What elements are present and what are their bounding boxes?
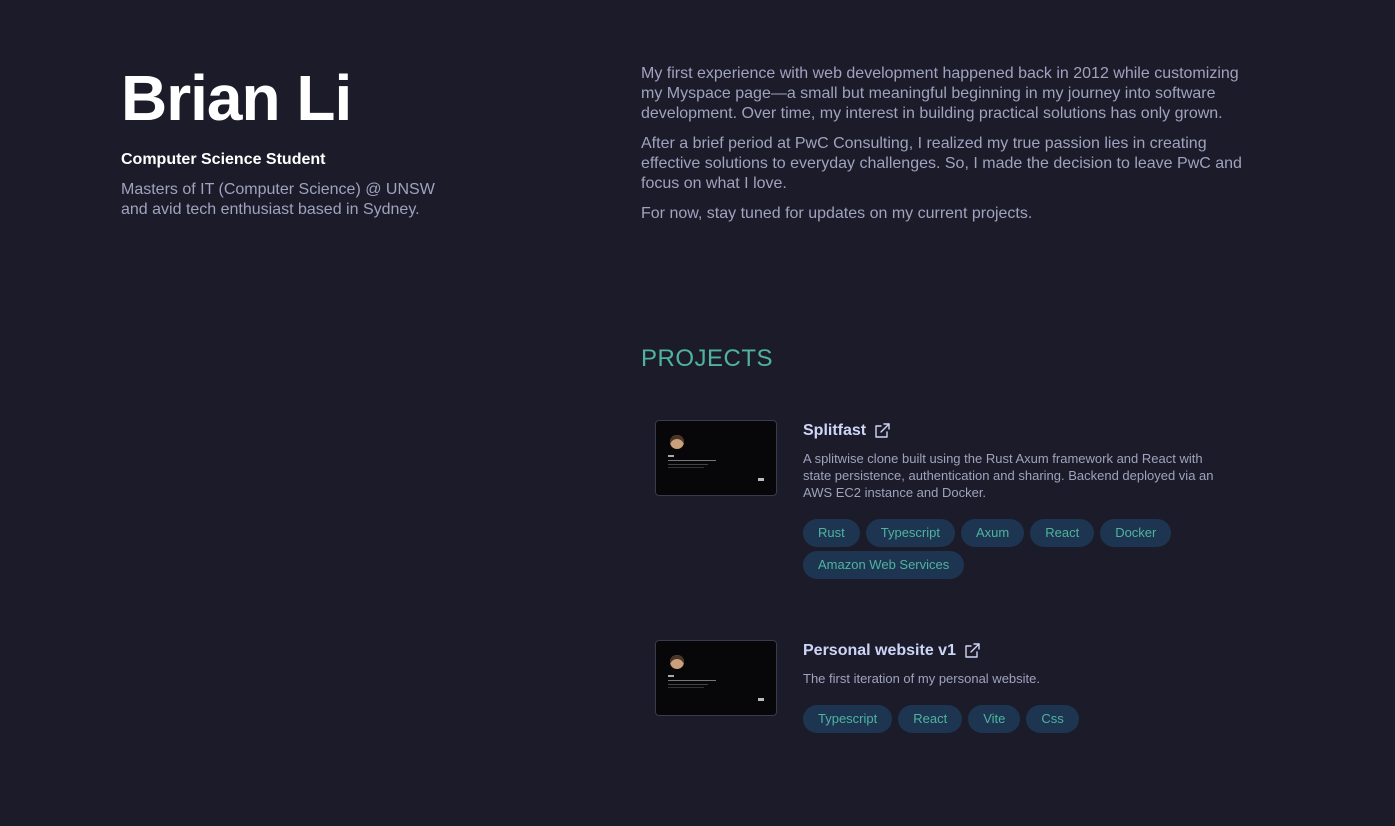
tag-badge: Axum — [960, 519, 1025, 547]
project-card[interactable]: Personal website v1 The first iteration … — [655, 640, 1255, 740]
project-title-link[interactable]: Splitfast — [803, 420, 866, 442]
tag-badge: Rust — [803, 519, 860, 547]
tag-badge: Docker — [1100, 519, 1172, 547]
profile-tagline: Masters of IT (Computer Science) @ UNSW … — [121, 181, 435, 218]
project-description: A splitwise clone built using the Rust A… — [803, 451, 1214, 500]
avatar — [670, 435, 684, 449]
about-paragraph: For now, stay tuned for updates on my cu… — [641, 205, 1033, 222]
external-link-icon[interactable] — [963, 642, 981, 660]
project-card[interactable]: Splitfast A splitwise clone built using … — [655, 420, 1255, 585]
tag-badge: React — [1030, 519, 1095, 547]
project-thumbnail[interactable] — [655, 420, 777, 496]
external-link-icon[interactable] — [873, 422, 891, 440]
tag-badge: React — [898, 705, 963, 733]
project-title-link[interactable]: Personal website v1 — [803, 640, 956, 662]
tag-badge: Typescript — [865, 519, 955, 547]
about-section: My first experience with web development… — [641, 64, 1251, 234]
project-title-row[interactable]: Splitfast — [803, 420, 1223, 442]
page-title: Brian Li — [121, 62, 352, 134]
avatar — [670, 655, 684, 669]
project-description: The first iteration of my personal websi… — [803, 671, 1040, 686]
tag-badge: Typescript — [803, 705, 893, 733]
projects-heading: PROJECTS — [641, 345, 774, 372]
project-body: Splitfast A splitwise clone built using … — [803, 420, 1223, 579]
tag-badge: Amazon Web Services — [803, 551, 965, 579]
tag-badge: Vite — [968, 705, 1021, 733]
tag-badge: Css — [1026, 705, 1079, 733]
about-paragraph: My first experience with web development… — [641, 65, 1239, 122]
profile-section: Brian Li Computer Science Student Master… — [121, 58, 541, 220]
project-thumbnail[interactable] — [655, 640, 777, 716]
project-body: Personal website v1 The first iteration … — [803, 640, 1223, 733]
project-title-row[interactable]: Personal website v1 — [803, 640, 1223, 662]
profile-role: Computer Science Student — [121, 151, 326, 168]
project-tags: Rust Typescript Axum React Docker Amazon… — [803, 519, 1223, 579]
project-tags: Typescript React Vite Css — [803, 705, 1223, 733]
about-paragraph: After a brief period at PwC Consulting, … — [641, 135, 1242, 192]
